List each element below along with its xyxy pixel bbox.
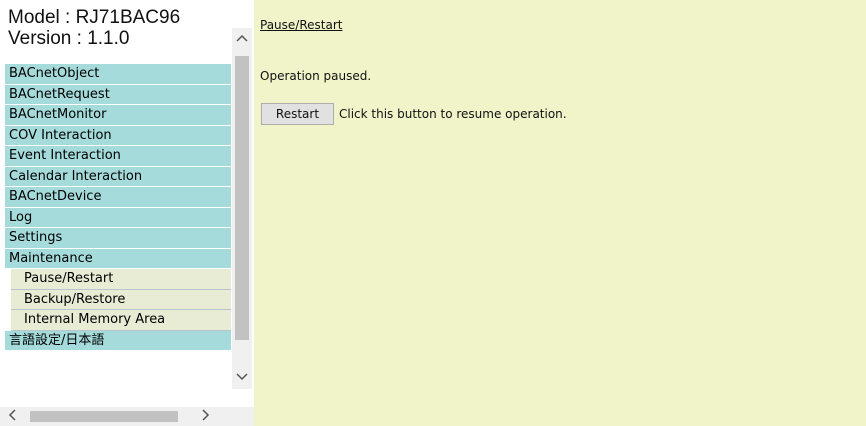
menu-item-log[interactable]: Log (5, 207, 231, 228)
navigation-menu: BACnetObject BACnetRequest BACnetMonitor… (5, 64, 231, 351)
restart-hint: Click this button to resume operation. (339, 107, 567, 121)
model-info: Model : RJ71BAC96 Version : 1.1.0 (8, 7, 180, 49)
menu-item-language[interactable]: 言語設定/日本語 (5, 330, 231, 351)
menu-item-bacnetobject[interactable]: BACnetObject (5, 64, 231, 85)
menu-item-calendar-interaction[interactable]: Calendar Interaction (5, 166, 231, 187)
menu-item-event-interaction[interactable]: Event Interaction (5, 146, 231, 167)
vertical-scroll-thumb[interactable] (235, 56, 249, 340)
version-label: Version : 1.1.0 (8, 28, 130, 49)
menu-item-bacnetdevice[interactable]: BACnetDevice (5, 187, 231, 208)
chevron-down-icon[interactable] (232, 369, 252, 387)
restart-button[interactable]: Restart (261, 103, 334, 125)
submenu-item-pause-restart[interactable]: Pause/Restart (11, 269, 231, 290)
status-text: Operation paused. (260, 69, 372, 83)
submenu-item-backup-restore[interactable]: Backup/Restore (11, 289, 231, 310)
menu-item-settings[interactable]: Settings (5, 228, 231, 249)
vertical-scrollbar[interactable] (232, 28, 252, 389)
main-content: Pause/Restart Operation paused. Restart … (254, 0, 866, 426)
chevron-up-icon[interactable] (232, 30, 252, 48)
horizontal-scrollbar[interactable] (0, 407, 232, 426)
submenu-item-internal-memory-area[interactable]: Internal Memory Area (11, 310, 231, 331)
menu-item-bacnetrequest[interactable]: BACnetRequest (5, 84, 231, 105)
horizontal-scroll-thumb[interactable] (30, 411, 178, 422)
menu-item-bacnetmonitor[interactable]: BACnetMonitor (5, 105, 231, 126)
pause-restart-link[interactable]: Pause/Restart (260, 18, 342, 32)
scrollbar-corner (232, 407, 254, 426)
chevron-right-icon[interactable] (196, 407, 216, 426)
model-label: Model : RJ71BAC96 (8, 7, 181, 28)
menu-item-maintenance[interactable]: Maintenance (5, 248, 231, 269)
chevron-left-icon[interactable] (2, 407, 22, 426)
menu-item-cov-interaction[interactable]: COV Interaction (5, 125, 231, 146)
sidebar: Model : RJ71BAC96 Version : 1.1.0 BACnet… (0, 0, 254, 426)
